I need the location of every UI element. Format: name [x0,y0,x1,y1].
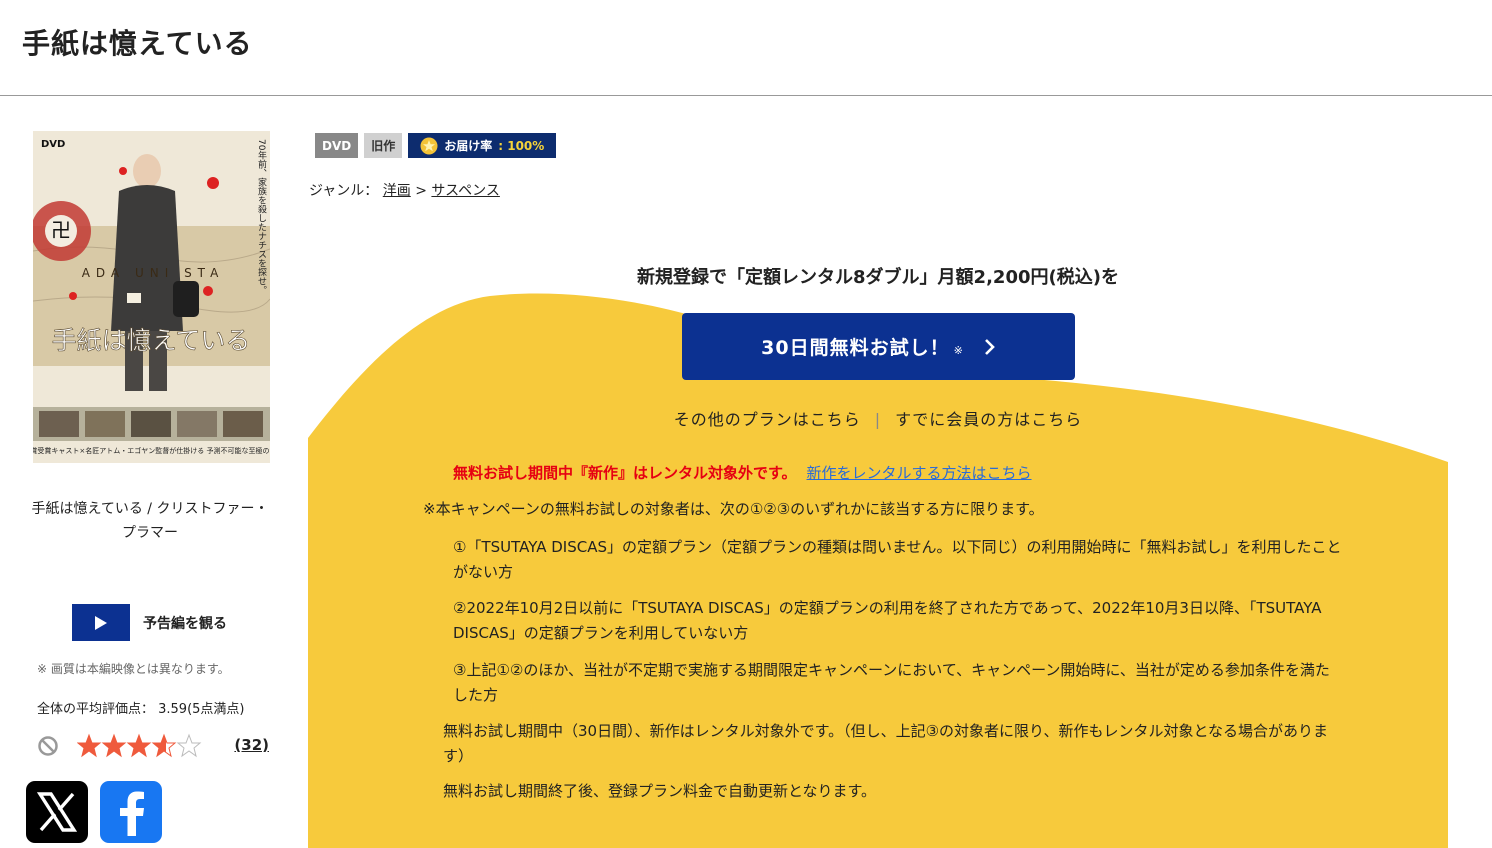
no-entry-icon[interactable] [37,735,59,757]
svg-text:卍: 卍 [51,218,71,242]
product-caption: 手紙は憶えている / クリストファー・プラマー [31,501,269,541]
star-full-icon [102,734,126,757]
terms-item-3: ③上記①②のほか、当社が不定期で実施する期間限定キャンペーンにおいて、キャンペー… [453,661,1330,704]
trailer-button[interactable]: 予告編を観る [72,604,227,641]
trial-button-note-mark: ※ [953,344,964,357]
age-badge: 旧作 [364,133,403,158]
genre-category-link[interactable]: 洋画 [383,183,411,199]
trial-button-label: 30日間無料お試し！ [761,337,950,359]
free-trial-button[interactable]: 30日間無料お試し！ ※ [682,313,1075,380]
star-full-icon [127,734,151,757]
terms-auto-renewal: 無料お試し期間終了後、登録プラン料金で自動更新となります。 [443,782,877,800]
rating-row: (32) [37,733,269,759]
new-release-warning: 無料お試し期間中『新作』はレンタル対象外です。 新作をレンタルする方法はこちら [453,462,1032,483]
jacket-dvd-mark: DVD [41,139,65,150]
format-badge: DVD [315,133,359,158]
facebook-logo-icon [120,791,144,836]
other-plans-link[interactable]: その他のプランはこちら [674,410,861,429]
plan-links: その他のプランはこちら | すでに会員の方はこちら [308,406,1448,430]
chevron-right-icon [984,338,995,355]
jacket-map-text: ADA UNI STA [82,266,225,280]
terms-new-release-note: 無料お試し期間中（30日間）、新作はレンタル対象外です。（但し、上記③の対象者に… [443,722,1328,765]
star-rating [77,734,201,757]
star-medal-icon [420,137,438,154]
badges-row: DVD 旧作 お届け率 : 100% [315,133,557,158]
star-full-icon [77,734,101,757]
terms-item-2: ②2022年10月2日以前に「TSUTAYA DISCAS」の定額プランの利用を… [453,599,1322,642]
play-icon [72,604,130,641]
genre-label: ジャンル： [309,183,379,199]
new-release-rental-link[interactable]: 新作をレンタルする方法はこちら [807,464,1032,482]
terms-item-1: ①「TSUTAYA DISCAS」の定額プラン（定額プランの種類は問いません。以… [453,538,1342,581]
plan-links-separator: | [874,410,882,429]
delivery-rate-value: : 100% [498,138,545,153]
trailer-label: 予告編を観る [143,615,227,632]
promo-heading: 新規登録で「定額レンタル8ダブル」月額2,200円(税込)を [637,267,1119,288]
genre-subcategory-link[interactable]: サスペンス [431,183,499,199]
x-logo-icon [36,792,78,832]
quality-note: ※ 画質は本編映像とは異なります。 [37,662,230,676]
dvd-jacket-image[interactable]: 卍 DVD ADA UNI STA 手紙は憶えている 70年前、家族を殺したナチ… [33,131,270,463]
delivery-label: お届け率 [444,139,493,153]
members-link[interactable]: すでに会員の方はこちら [895,410,1082,429]
jacket-tagline: 70年前、家族を殺したナチスを探せ。 [256,139,267,294]
genre-separator: > [415,183,427,199]
page-title: 手紙は憶えている [22,27,253,60]
terms-eligibility: ※本キャンペーンの無料お試しの対象者は、次の①②③のいずれかに該当する方に限りま… [423,500,1044,518]
header-divider [0,95,1492,96]
review-count-link[interactable]: (32) [234,736,269,754]
average-rating: 全体の平均評価点： 3.59(5点満点) [37,702,245,717]
delivery-rate-badge: お届け率 : 100% [408,133,557,158]
warning-text: 無料お試し期間中『新作』はレンタル対象外です。 [453,464,797,482]
star-empty-icon [177,734,201,757]
star-half-icon [152,734,176,757]
x-share-button[interactable] [26,781,88,843]
genre-breadcrumb: ジャンル： 洋画 > サスペンス [309,180,500,200]
jacket-title: 手紙は憶えている [52,326,251,355]
jacket-bottom-text: アカデミー賞受賞キャスト×名匠アトム・エゴヤン監督が仕掛ける 予測不可能な至極の… [33,446,270,455]
facebook-share-button[interactable] [100,781,162,843]
